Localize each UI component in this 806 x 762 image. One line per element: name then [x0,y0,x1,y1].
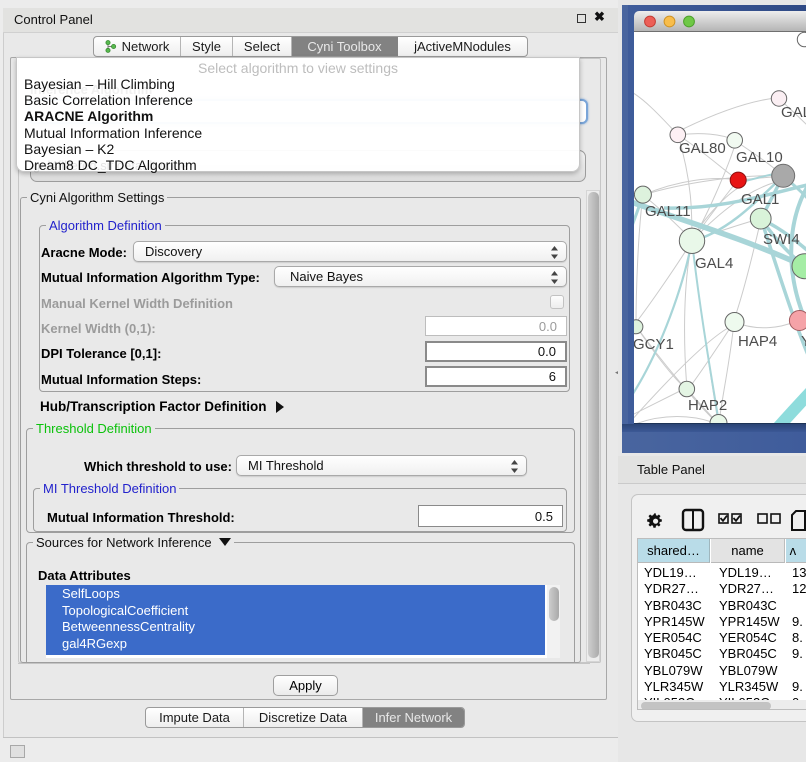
svg-text:GAL80: GAL80 [679,140,726,157]
svg-text:GAL11: GAL11 [645,203,691,220]
svg-text:GAL1: GAL1 [741,191,779,208]
svg-text:HAP4: HAP4 [738,333,777,350]
svg-text:HAP2: HAP2 [688,397,727,414]
svg-text:SWI4: SWI4 [763,231,800,248]
svg-text:GAL: GAL [781,104,806,121]
svg-text:GAL10: GAL10 [736,149,783,166]
svg-text:GCY1: GCY1 [634,336,674,353]
svg-text:Y: Y [801,333,806,350]
svg-text:GAL4: GAL4 [695,255,733,272]
